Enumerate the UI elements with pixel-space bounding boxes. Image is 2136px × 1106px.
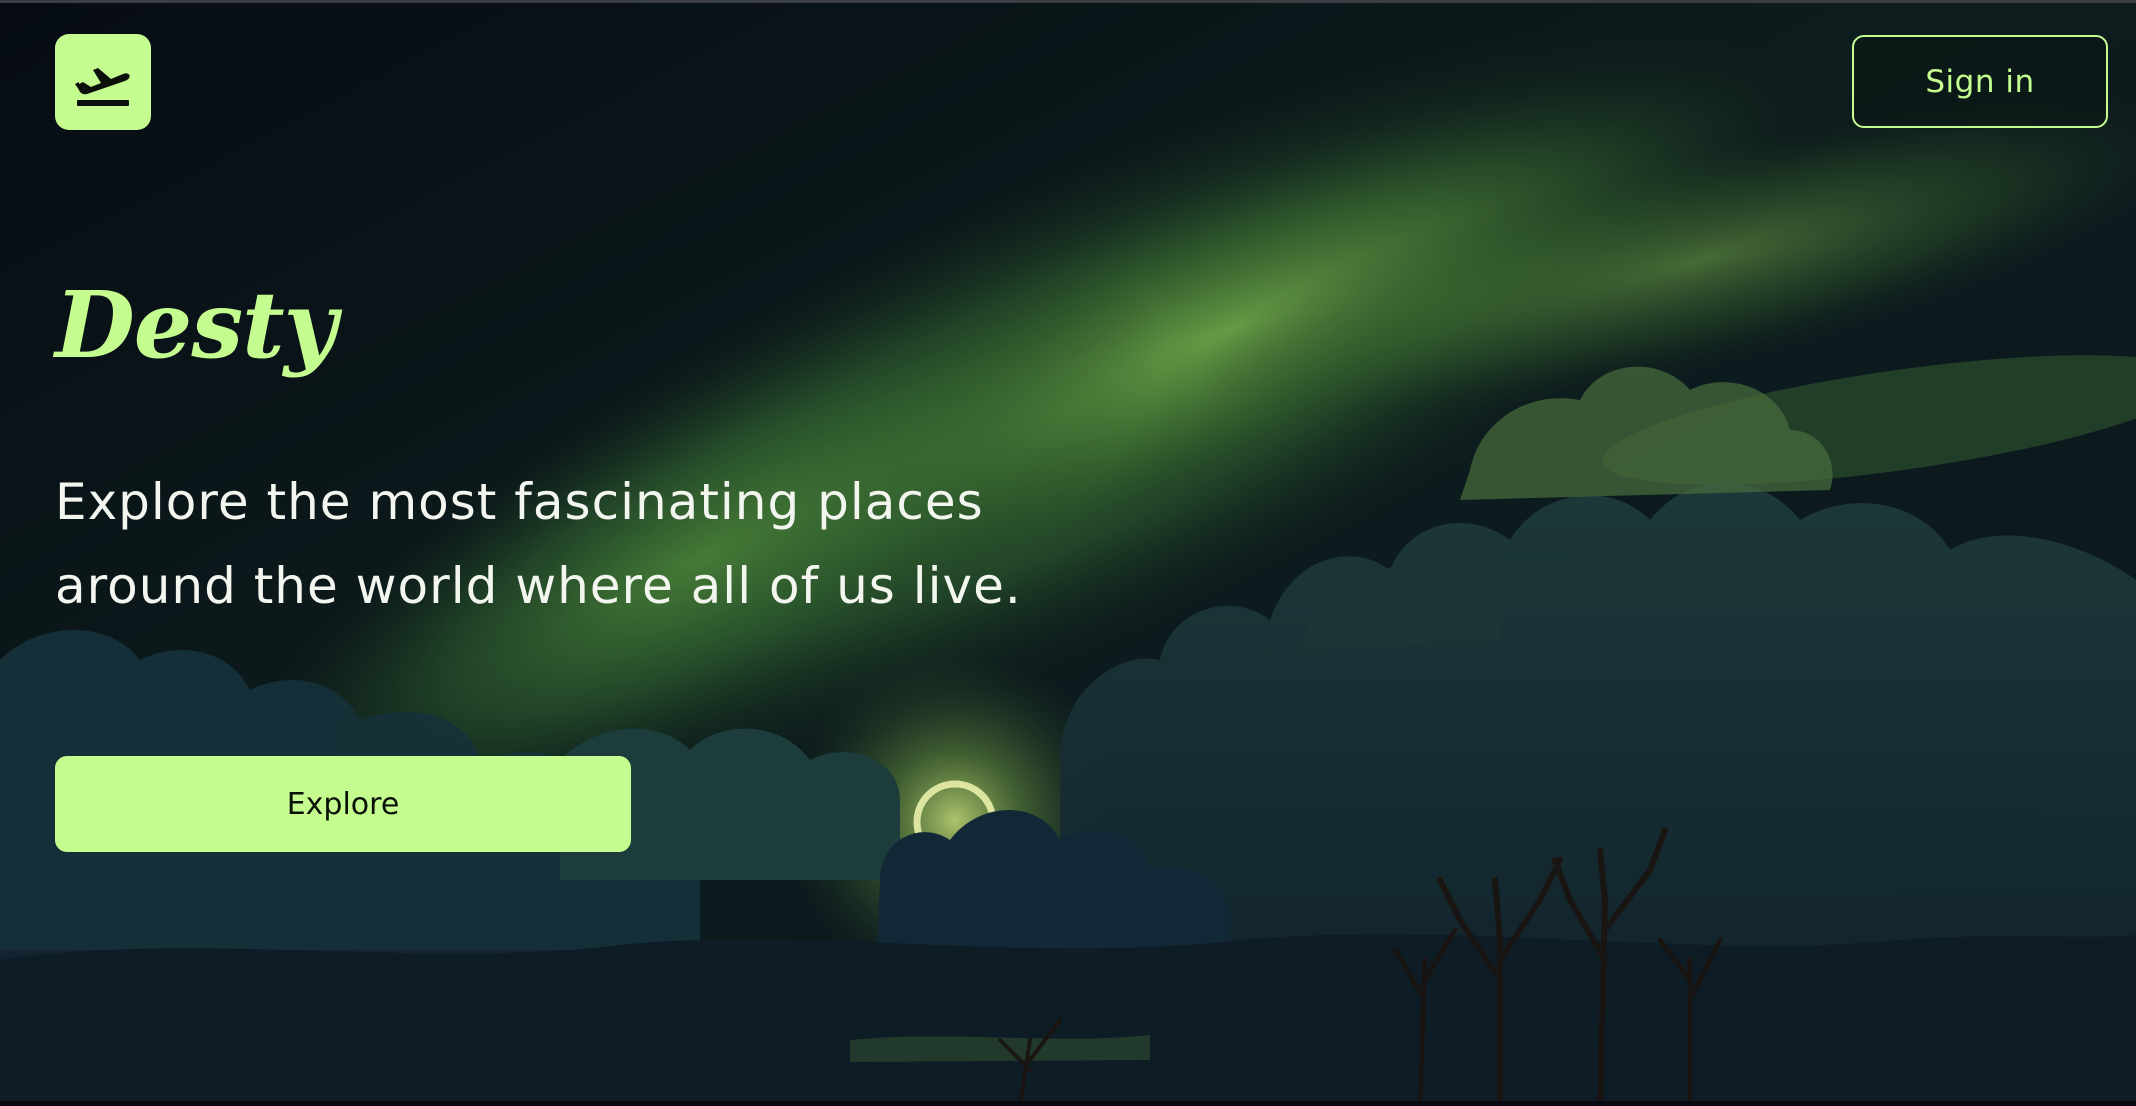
logo-button[interactable] — [55, 34, 151, 130]
brand-title: Desty — [55, 271, 337, 379]
hero-tagline: Explore the most fascinating places arou… — [55, 473, 1022, 615]
window-top-border — [0, 0, 2136, 3]
airplane-departure-icon — [75, 68, 130, 106]
bottom-border — [0, 1101, 2136, 1106]
sign-in-button[interactable]: Sign in — [1852, 35, 2108, 128]
explore-button[interactable]: Explore — [55, 756, 631, 852]
